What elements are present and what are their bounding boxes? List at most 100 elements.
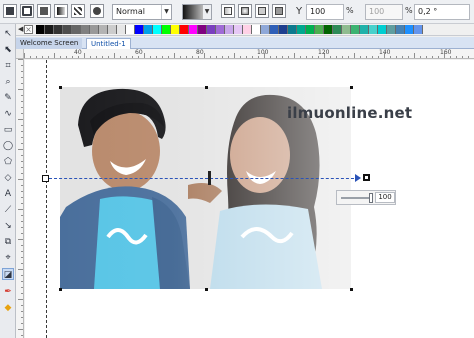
color-swatch[interactable]: [261, 25, 270, 34]
ruler-tick: [294, 53, 295, 58]
outline-pen-tool-icon[interactable]: ✒: [2, 286, 14, 298]
vertical-ruler[interactable]: [16, 59, 24, 338]
color-swatch[interactable]: [351, 25, 360, 34]
color-swatch[interactable]: [216, 25, 225, 34]
selection-handle-bottom-middle[interactable]: [205, 288, 208, 291]
color-swatch[interactable]: [180, 25, 189, 34]
freehand-tool-icon[interactable]: ✎: [2, 92, 14, 104]
color-swatch[interactable]: [333, 25, 342, 34]
horizontal-ruler[interactable]: 406080100120140160180: [24, 49, 474, 59]
fill-tool-icon[interactable]: ◆: [2, 302, 14, 314]
transparency-picker[interactable]: ▼: [182, 4, 212, 20]
color-swatch[interactable]: [288, 25, 297, 34]
selection-handle-top-right[interactable]: [350, 86, 353, 89]
slider-value-field[interactable]: 100: [375, 192, 395, 203]
pattern-transparency-icon[interactable]: [71, 4, 85, 18]
tab-welcome-screen[interactable]: Welcome Screen: [16, 38, 83, 49]
color-swatch[interactable]: [387, 25, 396, 34]
basic-shapes-tool-icon[interactable]: ◇: [2, 172, 14, 184]
color-swatch[interactable]: [36, 25, 45, 34]
color-swatch[interactable]: [414, 25, 423, 34]
drawing-canvas[interactable]: ilmuonline.net 100: [25, 60, 474, 338]
ellipse-tool-icon[interactable]: ◯: [2, 140, 14, 152]
conical-fountain-icon[interactable]: [255, 4, 269, 18]
palette-scroll-left-icon[interactable]: ◀: [18, 25, 23, 33]
secondary-value-field[interactable]: 100: [365, 4, 403, 20]
color-swatch[interactable]: [45, 25, 54, 34]
color-swatch[interactable]: [126, 25, 135, 34]
transparency-opacity-field[interactable]: 100: [306, 4, 344, 20]
color-swatch[interactable]: [162, 25, 171, 34]
transparency-end-node[interactable]: [363, 174, 370, 181]
color-swatch[interactable]: [378, 25, 387, 34]
transparency-midpoint-slider[interactable]: [208, 171, 211, 185]
eyedropper-tool-icon[interactable]: ⌖: [2, 252, 14, 264]
color-swatch[interactable]: [405, 25, 414, 34]
ruler-tick: [21, 245, 23, 246]
transparency-direction-line[interactable]: [49, 178, 359, 179]
color-swatch[interactable]: [90, 25, 99, 34]
color-swatch[interactable]: [198, 25, 207, 34]
fountain-transparency-icon[interactable]: [54, 4, 68, 18]
color-swatch[interactable]: [243, 25, 252, 34]
color-swatch[interactable]: [324, 25, 333, 34]
color-swatch[interactable]: [369, 25, 378, 34]
color-swatch[interactable]: [153, 25, 162, 34]
connector-tool-icon[interactable]: ↘: [2, 220, 14, 232]
color-swatch[interactable]: [171, 25, 180, 34]
shape-tool-icon[interactable]: ⬉: [2, 44, 14, 56]
selection-handle-top-left[interactable]: [59, 86, 62, 89]
color-swatch[interactable]: [306, 25, 315, 34]
color-swatch[interactable]: [54, 25, 63, 34]
color-swatch[interactable]: [207, 25, 216, 34]
color-swatch[interactable]: [360, 25, 369, 34]
color-swatch[interactable]: [252, 25, 261, 34]
no-transparency-icon[interactable]: [20, 4, 34, 18]
color-swatch[interactable]: [270, 25, 279, 34]
color-swatch[interactable]: [63, 25, 72, 34]
crop-tool-icon[interactable]: ⌗: [2, 60, 14, 72]
tab-untitled-1[interactable]: Untitled-1: [86, 38, 131, 49]
dimension-tool-icon[interactable]: ⟋: [2, 204, 14, 216]
uniform-transparency-icon[interactable]: [37, 4, 51, 18]
transparency-tool-icon[interactable]: ◪: [2, 268, 14, 280]
ruler-tick: [120, 56, 121, 58]
no-color-swatch[interactable]: ×: [24, 25, 33, 34]
color-swatch[interactable]: [144, 25, 153, 34]
rectangle-tool-icon[interactable]: ▭: [2, 124, 14, 136]
merge-mode-select[interactable]: Normal ▼: [112, 4, 172, 20]
color-swatch[interactable]: [72, 25, 81, 34]
color-swatch[interactable]: [225, 25, 234, 34]
color-swatch[interactable]: [342, 25, 351, 34]
color-swatch[interactable]: [234, 25, 243, 34]
selection-handle-bottom-right[interactable]: [350, 288, 353, 291]
blend-tool-icon[interactable]: ⧉: [2, 236, 14, 248]
text-tool-icon[interactable]: A: [2, 188, 14, 200]
polygon-tool-icon[interactable]: ⬠: [2, 156, 14, 168]
angle-field[interactable]: 0,2 °: [414, 4, 470, 20]
ruler-origin[interactable]: [16, 49, 24, 59]
color-swatch[interactable]: [99, 25, 108, 34]
elliptical-fountain-icon[interactable]: [238, 4, 252, 18]
smart-drawing-tool-icon[interactable]: ∿: [2, 108, 14, 120]
linear-fountain-icon[interactable]: [221, 4, 235, 18]
ruler-tick: [138, 56, 139, 58]
slider-thumb[interactable]: [369, 193, 373, 203]
edit-transparency-icon[interactable]: [3, 4, 17, 18]
color-swatch[interactable]: [297, 25, 306, 34]
color-swatch[interactable]: [315, 25, 324, 34]
color-swatch[interactable]: [81, 25, 90, 34]
texture-transparency-icon[interactable]: [90, 4, 104, 18]
transparency-start-node[interactable]: [42, 175, 49, 182]
color-swatch[interactable]: [189, 25, 198, 34]
color-swatch[interactable]: [117, 25, 126, 34]
color-swatch[interactable]: [108, 25, 117, 34]
color-swatch[interactable]: [396, 25, 405, 34]
color-swatch[interactable]: [279, 25, 288, 34]
color-swatch[interactable]: [135, 25, 144, 34]
selection-handle-bottom-left[interactable]: [59, 288, 62, 291]
pick-tool-icon[interactable]: ↖: [2, 28, 14, 40]
zoom-tool-icon[interactable]: ⌕: [2, 76, 14, 88]
rectangular-fountain-icon[interactable]: [272, 4, 286, 18]
selection-handle-top-middle[interactable]: [205, 86, 208, 89]
